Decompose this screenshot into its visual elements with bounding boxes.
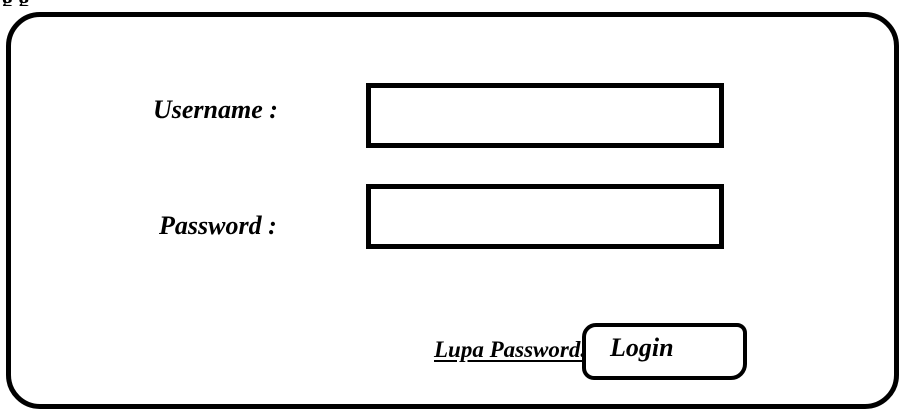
login-panel: Username : Password : Lupa Password.? Lo… (6, 12, 899, 409)
forgot-password-link[interactable]: Lupa Password.? (434, 337, 598, 363)
login-button[interactable]: Login (582, 323, 747, 380)
username-input[interactable] (366, 83, 724, 148)
login-button-label: Login (610, 333, 674, 362)
password-label: Password : (159, 211, 277, 240)
password-input[interactable] (366, 184, 724, 249)
username-label: Username : (153, 95, 278, 124)
figure-caption: g g (2, 0, 30, 6)
caption-strip: g g (0, 0, 901, 6)
